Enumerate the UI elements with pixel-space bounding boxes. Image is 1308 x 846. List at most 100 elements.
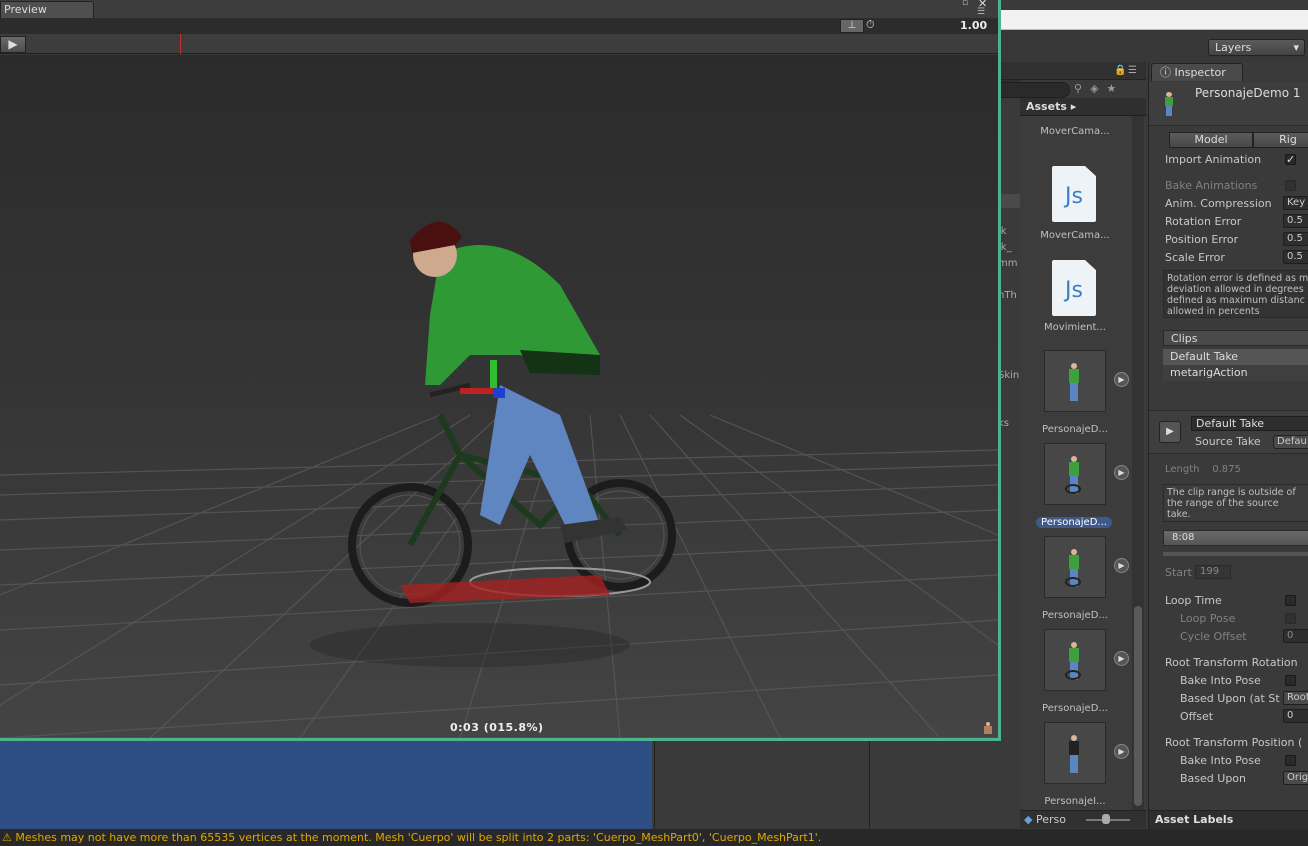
play-preview-icon[interactable]: ▶ bbox=[1114, 372, 1129, 387]
bake-animations-label: Bake Animations bbox=[1165, 179, 1258, 192]
clip-timeline-range[interactable] bbox=[1163, 552, 1308, 556]
asset-label: PersonajeD... bbox=[1042, 610, 1108, 621]
asset-labels-header[interactable]: Asset Labels bbox=[1149, 810, 1308, 829]
tab-model[interactable]: Model bbox=[1169, 132, 1253, 148]
compression-help-box: Rotation error is defined as m deviation… bbox=[1163, 270, 1308, 318]
start-label: Start bbox=[1165, 566, 1192, 579]
clips-header: Clips bbox=[1163, 330, 1308, 346]
maximize-icon[interactable]: ▫ bbox=[962, 0, 968, 8]
based-upon-position-dropdown[interactable]: Origi bbox=[1283, 771, 1308, 785]
play-preview-icon[interactable]: ▶ bbox=[1114, 558, 1129, 573]
warning-icon: ⚠ bbox=[2, 831, 16, 844]
preview-timeline[interactable]: ▶ bbox=[0, 34, 998, 54]
loop-time-checkbox[interactable] bbox=[1285, 595, 1296, 606]
asset-item[interactable]: ▶ PersonajeI... bbox=[1020, 722, 1130, 810]
help-line: allowed in percents bbox=[1167, 306, 1260, 317]
avatar-icon[interactable] bbox=[984, 722, 992, 734]
model-icon bbox=[1163, 92, 1175, 116]
preview-viewport[interactable] bbox=[0, 55, 998, 738]
cycle-offset-field[interactable]: 0 bbox=[1283, 629, 1308, 643]
rotation-error-field[interactable]: 0.5 bbox=[1283, 214, 1308, 228]
console-region bbox=[654, 741, 1000, 829]
scrollbar-thumb[interactable] bbox=[1134, 606, 1142, 806]
filter-label-icon[interactable]: ◈ bbox=[1090, 82, 1106, 95]
asset-label: MoverCama... bbox=[1040, 126, 1110, 137]
timeline-scrubber[interactable] bbox=[180, 34, 181, 54]
asset-item[interactable]: Js MoverCama... bbox=[1020, 116, 1130, 142]
hierarchy-selected-row[interactable] bbox=[998, 194, 1020, 208]
inspector-panel: ⓘ Inspector PersonajeDemo 1 Model Rig Im… bbox=[1148, 62, 1308, 829]
breadcrumb[interactable]: Assets ▸ bbox=[1020, 98, 1146, 116]
clip-header: ▶ Default Take Source Take Defau bbox=[1149, 410, 1308, 454]
clip-list-item[interactable]: Default Take bbox=[1163, 349, 1308, 365]
preview-scene bbox=[0, 55, 998, 738]
favorite-star-icon[interactable]: ★ bbox=[1107, 82, 1125, 95]
tab-rig[interactable]: Rig bbox=[1253, 132, 1308, 148]
based-upon-rotation-dropdown[interactable]: Root bbox=[1283, 691, 1308, 705]
asset-label: Movimient... bbox=[1044, 322, 1106, 333]
loop-pose-checkbox[interactable] bbox=[1285, 613, 1296, 624]
model-thumbnail bbox=[1044, 629, 1106, 691]
model-thumbnail bbox=[1044, 350, 1106, 412]
anim-compression-dropdown[interactable]: Key bbox=[1283, 196, 1308, 210]
info-icon: ⓘ bbox=[1160, 66, 1175, 79]
clip-timeline[interactable]: 8:08 bbox=[1163, 530, 1308, 546]
asset-item[interactable]: ▶ PersonajeD... bbox=[1020, 629, 1130, 719]
bake-into-pose-position-checkbox[interactable] bbox=[1285, 755, 1296, 766]
length-value: 0.875 bbox=[1212, 464, 1241, 475]
model-thumbnail bbox=[1044, 722, 1106, 784]
source-take-dropdown[interactable]: Defau bbox=[1273, 435, 1308, 449]
hierarchy-item[interactable]: Skin bbox=[998, 370, 1019, 381]
asset-item[interactable]: ▶ PersonajeD... bbox=[1020, 350, 1130, 440]
scale-error-label: Scale Error bbox=[1165, 251, 1225, 264]
position-error-label: Position Error bbox=[1165, 233, 1239, 246]
clip-range-help: The clip range is outside of the range o… bbox=[1163, 484, 1308, 522]
asset-label: PersonajeI... bbox=[1044, 796, 1106, 807]
bake-into-pose-rotation-checkbox[interactable] bbox=[1285, 675, 1296, 686]
tab-preview[interactable]: Preview bbox=[0, 1, 94, 18]
position-error-field[interactable]: 0.5 bbox=[1283, 232, 1308, 246]
status-bar[interactable]: ⚠ Meshes may not have more than 65535 ve… bbox=[0, 829, 1308, 846]
offset-field[interactable]: 0 bbox=[1283, 709, 1308, 723]
asset-item[interactable]: ▶ PersonajeD... bbox=[1020, 443, 1130, 533]
play-preview-icon[interactable]: ▶ bbox=[1114, 744, 1129, 759]
play-preview-icon[interactable]: ▶ bbox=[1114, 651, 1129, 666]
play-button[interactable]: ▶ bbox=[0, 36, 26, 53]
asset-item[interactable]: ▶ PersonajeD... bbox=[1020, 536, 1130, 626]
project-scrollbar[interactable] bbox=[1132, 116, 1144, 810]
loop-time-label: Loop Time bbox=[1165, 594, 1222, 607]
play-preview-icon[interactable]: ▶ bbox=[1114, 465, 1129, 480]
help-line: deviation allowed in degrees bbox=[1167, 284, 1304, 295]
bake-into-pose-position-label: Bake Into Pose bbox=[1180, 754, 1261, 767]
root-position-label: Root Transform Position ( bbox=[1165, 736, 1303, 749]
script-file-icon: Js bbox=[1052, 260, 1096, 316]
length-label: Length bbox=[1165, 464, 1200, 475]
lock-icon[interactable]: 🔒 bbox=[1114, 65, 1126, 76]
panel-menu-icon[interactable]: ☰ bbox=[977, 7, 985, 17]
offset-label: Offset bbox=[1180, 710, 1214, 723]
panel-menu-icon[interactable]: ☰ bbox=[1128, 65, 1137, 76]
clip-play-icon[interactable]: ▶ bbox=[1159, 421, 1181, 443]
asset-item[interactable]: Js MoverCama... bbox=[1020, 164, 1130, 254]
speed-value: 1.00 bbox=[960, 19, 988, 32]
js-icon-text: Js bbox=[1065, 184, 1083, 209]
clip-name-input[interactable]: Default Take bbox=[1191, 416, 1308, 431]
icon-size-slider-knob[interactable] bbox=[1102, 814, 1110, 824]
filter-type-icon[interactable]: ⚲ bbox=[1074, 82, 1090, 95]
playback-speed-icon: ⏱ bbox=[866, 18, 875, 31]
prefab-icon: ◆ bbox=[1024, 813, 1033, 826]
scale-error-field[interactable]: 0.5 bbox=[1283, 250, 1308, 264]
project-search-input[interactable] bbox=[1000, 82, 1070, 98]
import-animation-checkbox[interactable]: ✓ bbox=[1285, 154, 1296, 165]
help-line: defined as maximum distanc bbox=[1167, 295, 1305, 306]
source-take-label: Source Take bbox=[1195, 435, 1261, 448]
pivot-icon[interactable]: ⊥ bbox=[840, 19, 864, 33]
tab-inspector[interactable]: ⓘ Inspector bbox=[1151, 63, 1243, 81]
character-shadow bbox=[310, 623, 630, 667]
inspector-header: PersonajeDemo 1 bbox=[1149, 82, 1308, 126]
bake-animations-checkbox[interactable] bbox=[1285, 180, 1296, 191]
asset-item[interactable]: Js Movimient... bbox=[1020, 258, 1130, 348]
clip-list-item[interactable]: metarigAction bbox=[1163, 365, 1308, 381]
start-field[interactable]: 199 bbox=[1195, 565, 1231, 579]
layers-dropdown[interactable]: Layers ▾ bbox=[1208, 39, 1305, 56]
